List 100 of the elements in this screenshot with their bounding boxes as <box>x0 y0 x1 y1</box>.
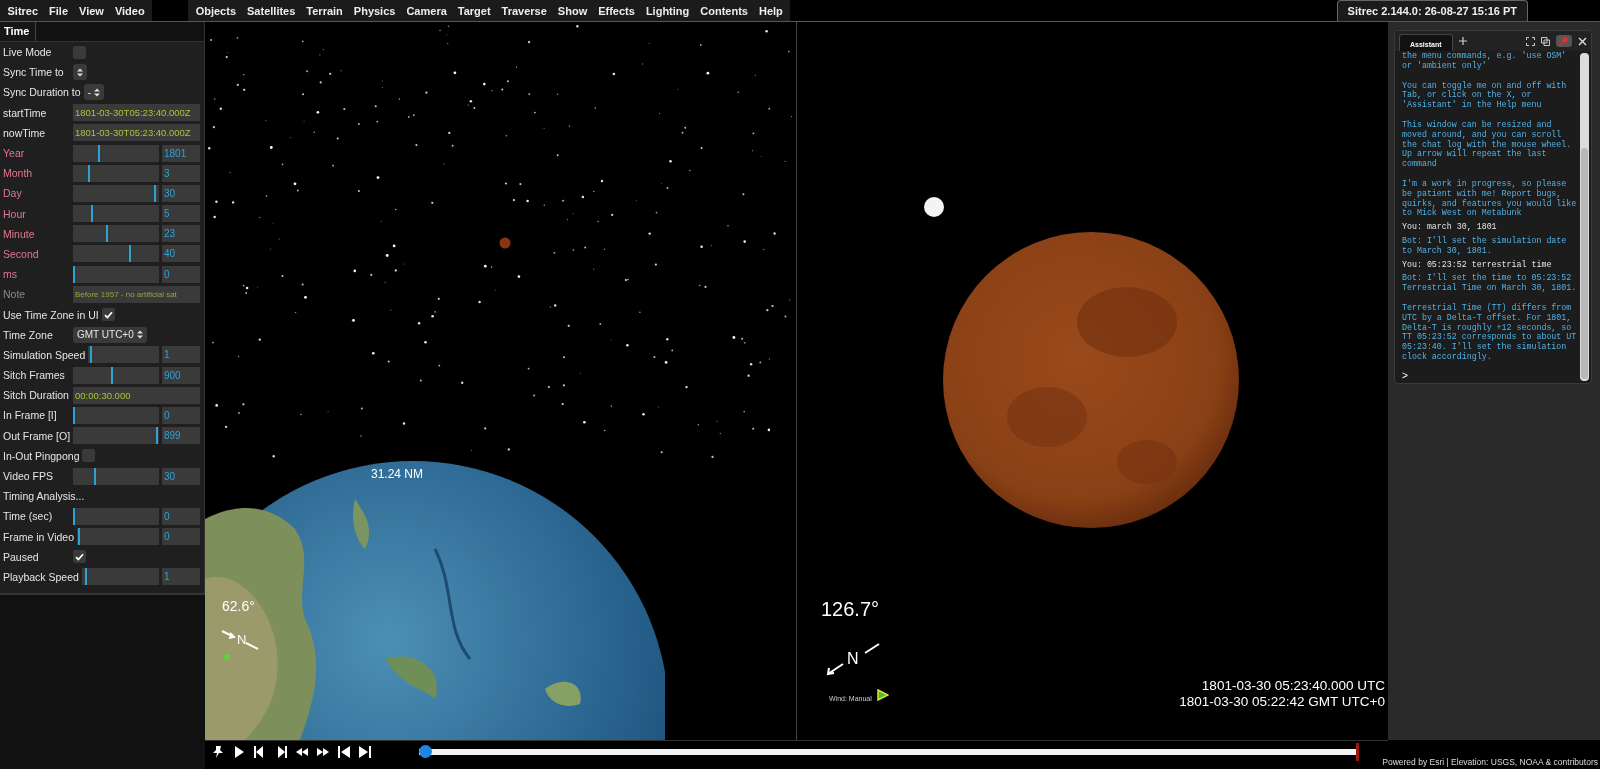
slider-thumb[interactable] <box>156 427 159 445</box>
menu-item[interactable]: Objects <box>190 4 242 17</box>
slider[interactable] <box>88 346 159 364</box>
number-field[interactable]: 3 <box>162 164 200 182</box>
number-field[interactable]: 40 <box>162 245 200 263</box>
compass-letter: N <box>237 632 247 647</box>
slider[interactable] <box>73 507 159 525</box>
menu-item[interactable]: Help <box>753 4 789 17</box>
slider[interactable] <box>73 366 159 384</box>
slider[interactable] <box>77 528 159 546</box>
number-field[interactable]: 5 <box>162 205 200 223</box>
number-field[interactable]: 1801 <box>162 144 200 162</box>
skip-to-start-icon[interactable] <box>337 745 351 759</box>
timeline-slider[interactable] <box>419 743 1359 761</box>
compass-arrow-icon <box>220 628 260 650</box>
altitude-label: 31.24 NM <box>371 467 424 481</box>
menu-item[interactable]: Sitrec <box>2 4 44 17</box>
menu-item[interactable]: Traverse <box>496 4 553 17</box>
menu-item[interactable]: Physics <box>348 4 401 17</box>
heading-label: 62.6° <box>222 598 255 614</box>
dropdown[interactable]: - <box>83 84 104 101</box>
assistant-message: This window can be resized and moved around, and you can scroll the chat log with the mouse wheel. Up arrow will repeat the last command <box>1402 120 1573 169</box>
text-field[interactable]: 1801-03-30T05:23:40.000Z <box>73 124 200 142</box>
number-field[interactable]: 900 <box>162 366 200 384</box>
scrollbar[interactable] <box>1580 53 1589 381</box>
copy-icon[interactable] <box>1541 36 1550 46</box>
slider[interactable] <box>73 164 159 182</box>
slider-thumb[interactable] <box>89 346 92 364</box>
slider[interactable] <box>73 427 159 445</box>
field-label: Time Zone <box>3 328 54 341</box>
menu-item[interactable]: File <box>43 4 74 17</box>
number-field[interactable]: 30 <box>162 184 200 202</box>
checkbox[interactable] <box>101 308 115 322</box>
slider[interactable] <box>81 568 159 586</box>
slider[interactable] <box>73 406 159 424</box>
slider-thumb[interactable] <box>77 528 80 546</box>
input-prompt[interactable]: > <box>1402 371 1579 382</box>
dropdown[interactable] <box>73 64 87 81</box>
number-field[interactable]: 0 <box>162 507 200 525</box>
number-field[interactable]: 23 <box>162 225 200 243</box>
assistant-message: I'm a work in progress, so please be patient with me! Report bugs, quirks, and features you would like to Mick West on Metabunk <box>1402 178 1578 219</box>
dropdown[interactable]: GMT UTC+0 <box>73 326 147 343</box>
field-label: Use Time Zone in UI <box>3 308 100 321</box>
menu-item[interactable]: Camera <box>400 4 453 17</box>
number-field[interactable]: 30 <box>162 467 200 485</box>
play-icon[interactable] <box>232 745 246 759</box>
slider-thumb[interactable] <box>129 245 132 263</box>
number-field[interactable]: 0 <box>162 265 200 283</box>
slider[interactable] <box>73 144 159 162</box>
menu-item[interactable]: View <box>73 4 110 17</box>
close-icon[interactable] <box>1578 36 1587 46</box>
slider[interactable] <box>73 225 159 243</box>
checkbox[interactable] <box>82 449 96 463</box>
number-field[interactable]: 1 <box>162 568 200 586</box>
slider-thumb[interactable] <box>110 366 113 384</box>
slider-thumb[interactable] <box>154 184 157 202</box>
slider[interactable] <box>73 265 159 283</box>
expand-icon[interactable] <box>1526 36 1535 46</box>
field-label: In Frame [I] <box>3 409 58 422</box>
slider-thumb[interactable] <box>88 164 91 182</box>
field-label: Out Frame [O] <box>3 429 72 442</box>
menu-item[interactable]: Effects <box>592 4 641 17</box>
folder-tab[interactable]: Time <box>0 22 37 41</box>
number-field[interactable]: 0 <box>162 528 200 546</box>
text-field[interactable]: 1801-03-30T05:23:40.000Z <box>73 104 200 122</box>
slider-thumb[interactable] <box>90 205 93 223</box>
checkbox[interactable] <box>73 550 86 564</box>
slider-thumb[interactable] <box>105 225 108 243</box>
version-tab[interactable]: Sitrec 2.144.0: 26-08-27 15:16 PT <box>1336 0 1528 21</box>
menu-item[interactable]: Show <box>552 4 593 17</box>
menu-item[interactable]: Video <box>109 4 151 17</box>
number-field[interactable]: 0 <box>162 406 200 424</box>
field-label: Year <box>3 147 26 160</box>
slider-thumb[interactable] <box>98 144 101 162</box>
menu-item[interactable]: Terrain <box>300 4 349 17</box>
add-tab-icon[interactable] <box>1458 37 1467 45</box>
timeline-thumb[interactable] <box>419 745 432 758</box>
action-link[interactable]: Timing Analysis... <box>3 490 88 503</box>
assistant-message: You can toggle me on and off with Tab, or click on the X, or 'Assistant' in the Help menu <box>1402 80 1568 110</box>
number-field[interactable]: 899 <box>162 427 200 445</box>
fast-forward-icon[interactable] <box>316 745 330 759</box>
compass-arrow-icon <box>825 642 881 676</box>
slider[interactable] <box>73 245 159 263</box>
menu-item[interactable]: Satellites <box>241 4 301 17</box>
slider[interactable] <box>73 184 159 202</box>
number-field[interactable]: 1 <box>162 346 200 364</box>
pin-icon[interactable] <box>211 745 225 759</box>
menu-item[interactable]: Contents <box>694 4 754 17</box>
local-time-label: 1801-03-30 05:22:42 GMT UTC+0 <box>1179 694 1385 709</box>
text-field[interactable]: 00:00:30.000 <box>73 386 200 404</box>
slider[interactable] <box>73 467 159 485</box>
slider-thumb[interactable] <box>84 568 87 586</box>
menu-item[interactable]: Lighting <box>640 4 695 17</box>
rewind-icon[interactable] <box>295 745 309 759</box>
heading-label: 126.7° <box>821 598 880 621</box>
slider[interactable] <box>73 205 159 223</box>
menu-item[interactable]: Target <box>452 4 497 17</box>
checkbox[interactable] <box>73 45 86 59</box>
field-label: Paused <box>3 550 40 563</box>
skip-to-end-icon[interactable] <box>358 745 372 759</box>
